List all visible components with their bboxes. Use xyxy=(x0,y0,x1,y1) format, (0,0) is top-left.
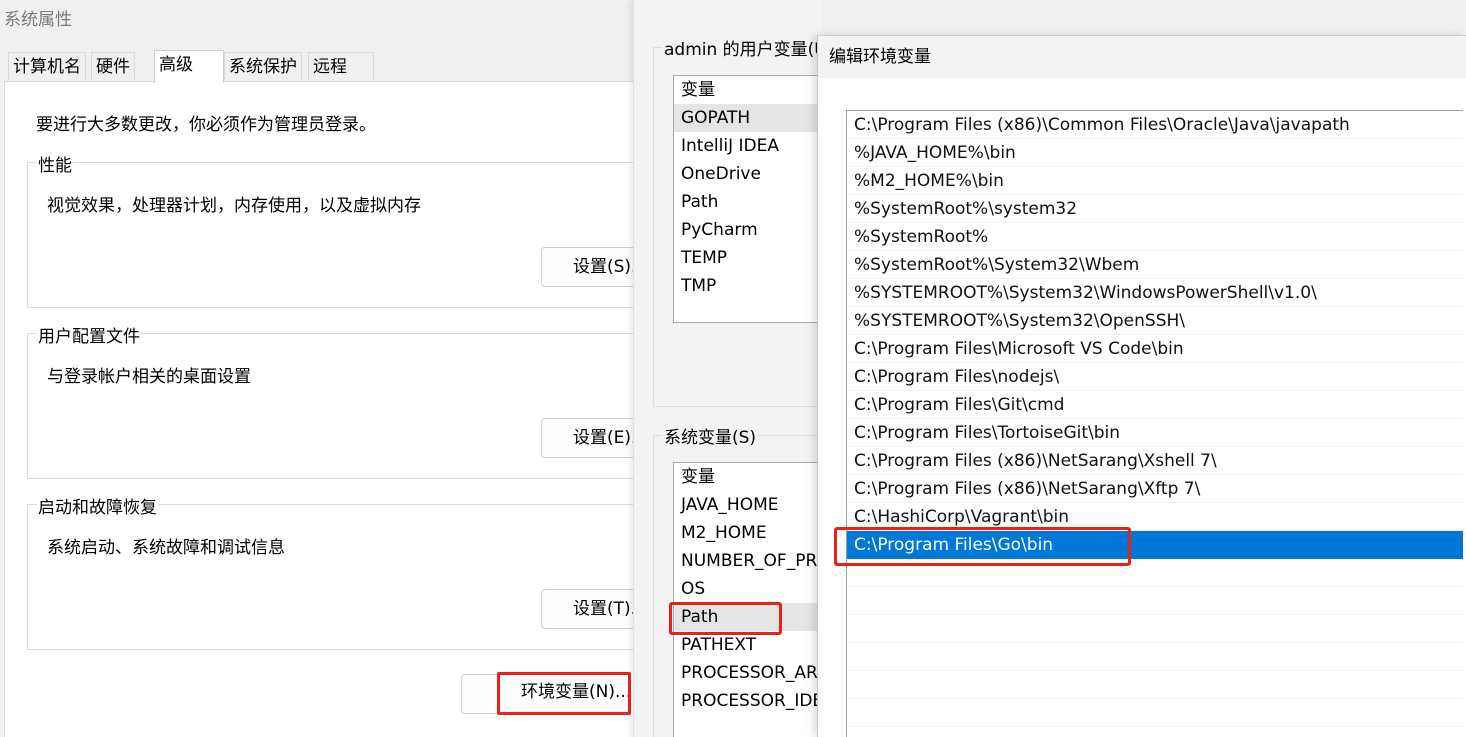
path-entry[interactable]: C:\Program Files\Git\cmd xyxy=(847,391,1463,419)
path-entry[interactable] xyxy=(847,643,1463,671)
list-item[interactable]: TEMP xyxy=(674,244,833,272)
list-item[interactable]: M2_HOME xyxy=(674,519,833,547)
tab-computer-name[interactable]: 计算机名 xyxy=(8,52,86,82)
edit-environment-variable-window: 编辑环境变量 C:\Program Files (x86)\Common Fil… xyxy=(817,35,1466,737)
system-properties-window: 系统属性 计算机名 硬件 高级 系统保护 远程 要进行大多数更改，你必须作为管理… xyxy=(0,0,647,737)
column-header-variable[interactable]: 变量 xyxy=(674,76,833,104)
path-entry[interactable]: %M2_HOME%\bin xyxy=(847,167,1463,195)
list-item[interactable]: OneDrive xyxy=(674,160,833,188)
list-item[interactable]: NUMBER_OF_PROCESSORS xyxy=(674,547,833,575)
list-item[interactable]: PROCESSOR_IDENTIFIER xyxy=(674,687,833,715)
performance-legend: 性能 xyxy=(37,151,73,176)
performance-settings-button[interactable]: 设置(S)... xyxy=(541,247,641,287)
tab-system-protection[interactable]: 系统保护 xyxy=(224,52,302,82)
list-item[interactable]: PATHEXT xyxy=(674,631,833,659)
path-entry[interactable] xyxy=(847,615,1463,643)
user-variables-list[interactable]: 变量 GOPATH IntelliJ IDEA OneDrive Path Py… xyxy=(673,75,833,323)
list-item[interactable]: GOPATH xyxy=(674,104,833,132)
path-entry[interactable]: %SYSTEMROOT%\System32\OpenSSH\ xyxy=(847,307,1463,335)
system-variables-legend: 系统变量(S) xyxy=(662,423,759,448)
environment-variables-window: admin 的用户变量(U) 变量 GOPATH IntelliJ IDEA O… xyxy=(633,0,836,737)
column-header-variable[interactable]: 变量 xyxy=(674,463,833,491)
startup-recovery-desc: 系统启动、系统故障和调试信息 xyxy=(47,538,285,558)
environment-variables-button[interactable]: 环境变量(N)... xyxy=(497,672,631,715)
performance-desc: 视觉效果，处理器计划，内存使用，以及虚拟内存 xyxy=(47,196,421,216)
list-item[interactable]: PROCESSOR_ARCHITECTURE xyxy=(674,659,833,687)
path-entry[interactable]: %SystemRoot% xyxy=(847,223,1463,251)
advanced-tab-page: 要进行大多数更改，你必须作为管理员登录。 性能 视觉效果，处理器计划，内存使用，… xyxy=(4,81,647,737)
user-profiles-desc: 与登录帐户相关的桌面设置 xyxy=(47,367,251,387)
edit-window-title: 编辑环境变量 xyxy=(818,36,1466,78)
path-entry[interactable] xyxy=(847,699,1463,727)
path-entry[interactable]: C:\Program Files (x86)\Common Files\Orac… xyxy=(847,111,1463,139)
system-variables-list[interactable]: 变量 JAVA_HOME M2_HOME NUMBER_OF_PROCESSOR… xyxy=(673,462,833,737)
startup-recovery-settings-button[interactable]: 设置(T)... xyxy=(541,589,641,629)
tab-bar: 计算机名 硬件 高级 系统保护 远程 xyxy=(4,50,640,83)
admin-notice: 要进行大多数更改，你必须作为管理员登录。 xyxy=(36,115,376,135)
path-entry[interactable]: C:\HashiCorp\Vagrant\bin xyxy=(847,503,1463,531)
path-entry[interactable]: C:\Program Files (x86)\NetSarang\Xshell … xyxy=(847,447,1463,475)
path-entry[interactable] xyxy=(847,671,1463,699)
tab-remote[interactable]: 远程 xyxy=(308,52,374,82)
window-title: 系统属性 xyxy=(4,10,72,30)
tab-advanced[interactable]: 高级 xyxy=(154,50,224,83)
path-entry[interactable]: %SystemRoot%\system32 xyxy=(847,195,1463,223)
path-entry-selected[interactable]: C:\Program Files\Go\bin xyxy=(847,531,1463,559)
path-entry[interactable] xyxy=(847,587,1463,615)
user-variables-legend: admin 的用户变量(U) xyxy=(662,35,836,60)
path-entries-list[interactable]: C:\Program Files (x86)\Common Files\Orac… xyxy=(846,110,1463,737)
tab-hardware[interactable]: 硬件 xyxy=(91,52,135,82)
list-item[interactable]: IntelliJ IDEA xyxy=(674,132,833,160)
path-entry[interactable]: %SYSTEMROOT%\System32\WindowsPowerShell\… xyxy=(847,279,1463,307)
path-entry[interactable]: %SystemRoot%\System32\Wbem xyxy=(847,251,1463,279)
list-item[interactable]: OS xyxy=(674,575,833,603)
path-entry[interactable]: C:\Program Files (x86)\NetSarang\Xftp 7\ xyxy=(847,475,1463,503)
path-entry[interactable]: C:\Program Files\Microsoft VS Code\bin xyxy=(847,335,1463,363)
user-profiles-legend: 用户配置文件 xyxy=(37,322,141,347)
startup-recovery-legend: 启动和故障恢复 xyxy=(37,493,158,518)
list-item[interactable]: PyCharm xyxy=(674,216,833,244)
list-item-path[interactable]: Path xyxy=(674,603,833,631)
list-item[interactable]: JAVA_HOME xyxy=(674,491,833,519)
path-entry[interactable]: C:\Program Files\nodejs\ xyxy=(847,363,1463,391)
user-profiles-settings-button[interactable]: 设置(E)... xyxy=(541,418,641,458)
env-button-frame xyxy=(461,674,501,714)
path-entry[interactable]: %JAVA_HOME%\bin xyxy=(847,139,1463,167)
list-item[interactable]: Path xyxy=(674,188,833,216)
list-item[interactable]: TMP xyxy=(674,272,833,300)
path-entry[interactable] xyxy=(847,559,1463,587)
path-entry[interactable]: C:\Program Files\TortoiseGit\bin xyxy=(847,419,1463,447)
